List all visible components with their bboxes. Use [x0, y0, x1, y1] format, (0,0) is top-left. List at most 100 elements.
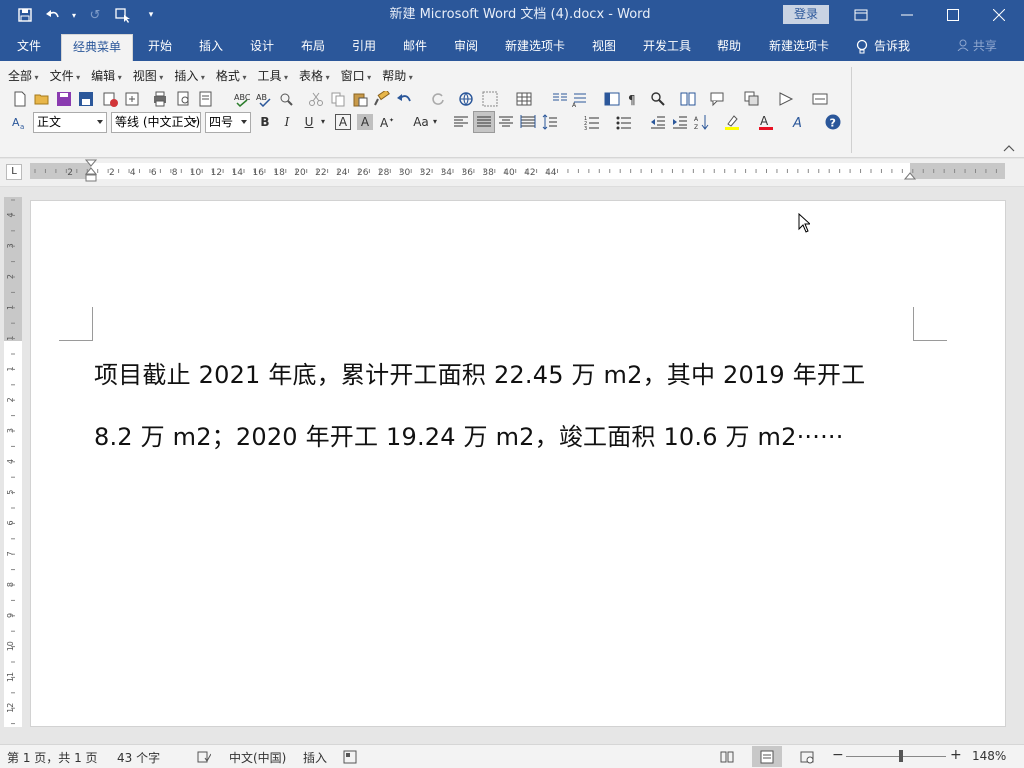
tab-references[interactable]: 引用 — [345, 34, 383, 61]
zoom-slider-thumb[interactable] — [899, 750, 903, 762]
help-icon[interactable]: ? — [825, 114, 841, 130]
new-document-icon[interactable] — [12, 91, 28, 107]
print-icon[interactable] — [152, 91, 168, 107]
increase-indent-icon[interactable] — [672, 114, 688, 130]
cut-icon[interactable] — [308, 91, 324, 107]
borders-icon[interactable] — [482, 91, 498, 107]
italic-button[interactable]: I — [278, 112, 296, 132]
tab-mailings[interactable]: 邮件 — [396, 34, 434, 61]
read-mode-view-icon[interactable] — [720, 750, 734, 764]
menu-view[interactable]: 视图 — [133, 67, 164, 85]
menu-insert[interactable]: 插入 — [174, 67, 205, 85]
touch-mode-icon[interactable] — [112, 4, 134, 26]
highlight-icon[interactable] — [724, 114, 740, 130]
comment-icon[interactable] — [710, 91, 726, 107]
permission-icon[interactable] — [124, 91, 140, 107]
align-left-icon[interactable] — [453, 114, 469, 130]
tab-help[interactable]: 帮助 — [710, 34, 748, 61]
hyperlink-icon[interactable] — [458, 91, 474, 107]
save-icon[interactable] — [14, 4, 36, 26]
tab-layout[interactable]: 布局 — [294, 34, 332, 61]
change-case-button[interactable]: Aa — [410, 112, 432, 132]
line-spacing-icon[interactable] — [542, 114, 558, 130]
maximize-icon[interactable] — [930, 0, 976, 30]
tab-view[interactable]: 视图 — [585, 34, 623, 61]
styles-pane-icon[interactable]: Aa — [12, 114, 28, 130]
style-select[interactable]: 正文 — [33, 112, 107, 133]
login-button[interactable]: 登录 — [783, 5, 829, 24]
drawing-icon[interactable]: A — [572, 91, 588, 107]
menu-window[interactable]: 窗口 — [341, 67, 372, 85]
web-layout-icon[interactable] — [800, 750, 814, 764]
font-select[interactable]: 等线 (中文正文) — [111, 112, 201, 133]
document-page[interactable] — [30, 200, 1006, 727]
columns-icon[interactable] — [552, 91, 568, 107]
open-folder-icon[interactable] — [34, 91, 50, 107]
paste-icon[interactable] — [352, 91, 368, 107]
save-as-icon[interactable] — [78, 91, 94, 107]
save-icon[interactable] — [56, 91, 72, 107]
menu-edit[interactable]: 编辑 — [91, 67, 122, 85]
share-button[interactable]: 共享 — [957, 34, 997, 59]
document-paragraph-line-1[interactable]: 项目截止 2021 年底，累计开工面积 22.45 万 m2，其中 2019 年… — [94, 355, 865, 390]
tab-design[interactable]: 设计 — [243, 34, 281, 61]
close-icon[interactable] — [976, 0, 1022, 30]
numbering-icon[interactable]: 123 — [584, 114, 600, 130]
menu-format[interactable]: 格式 — [216, 67, 247, 85]
sort-icon[interactable]: AZ — [694, 114, 710, 130]
bold-button[interactable]: B — [256, 112, 274, 132]
macro-record-icon[interactable] — [343, 750, 357, 764]
minimize-icon[interactable] — [884, 0, 930, 30]
print-preview-icon[interactable] — [176, 91, 192, 107]
decrease-indent-icon[interactable] — [650, 114, 666, 130]
zoom-slider-track[interactable] — [846, 756, 946, 757]
tab-selector[interactable]: L — [6, 164, 22, 180]
insert-table-icon[interactable] — [516, 91, 532, 107]
spelling-icon[interactable]: ABC — [234, 91, 250, 107]
zoom-icon[interactable] — [650, 91, 666, 107]
undo-dropdown-icon[interactable]: ▾ — [70, 4, 78, 26]
text-effects-icon[interactable]: A — [792, 114, 808, 130]
font-color-icon[interactable]: A — [758, 114, 774, 130]
arrange-icon[interactable] — [744, 91, 760, 107]
read-mode-icon[interactable] — [680, 91, 696, 107]
menu-table[interactable]: 表格 — [299, 67, 330, 85]
underline-dropdown-icon[interactable]: ▾ — [318, 112, 328, 132]
collapse-ribbon-icon[interactable] — [1003, 143, 1015, 153]
print-layout-view-button[interactable] — [752, 746, 782, 767]
document-map-icon[interactable] — [604, 91, 620, 107]
tab-insert[interactable]: 插入 — [192, 34, 230, 61]
format-painter-icon[interactable] — [374, 91, 390, 107]
tab-classic-menu[interactable]: 经典菜单 — [61, 34, 133, 61]
document-paragraph-line-2[interactable]: 8.2 万 m2；2020 年开工 19.24 万 m2，竣工面积 10.6 万… — [94, 417, 844, 452]
close-document-icon[interactable] — [102, 91, 118, 107]
first-line-indent-marker[interactable] — [85, 159, 97, 183]
page-setup-icon[interactable] — [198, 91, 214, 107]
menu-help[interactable]: 帮助 — [382, 67, 413, 85]
shapes-icon[interactable] — [778, 91, 794, 107]
right-indent-marker[interactable] — [904, 169, 916, 181]
undo-icon[interactable] — [396, 91, 412, 107]
vertical-ruler[interactable]: 4 3 2 1 1 1 2 3 4 5 6 7 8 9 10 11 12 — [4, 197, 22, 727]
thesaurus-icon[interactable] — [278, 91, 294, 107]
phonetic-guide-icon[interactable]: A ✦ — [380, 114, 396, 130]
character-border-button[interactable]: A — [335, 114, 351, 130]
tab-developer[interactable]: 开发工具 — [636, 34, 698, 61]
tab-file[interactable]: 文件 — [8, 34, 50, 61]
word-count[interactable]: 43 个字 — [117, 749, 160, 766]
ribbon-display-options-icon[interactable] — [838, 0, 884, 30]
show-hide-icon[interactable]: ¶ — [626, 91, 642, 107]
align-justify-button[interactable] — [473, 111, 495, 133]
menu-all[interactable]: 全部 — [8, 67, 39, 85]
menu-tools[interactable]: 工具 — [257, 67, 288, 85]
text-box-icon[interactable] — [812, 91, 828, 107]
copy-icon[interactable] — [330, 91, 346, 107]
tab-home[interactable]: 开始 — [141, 34, 179, 61]
insert-mode[interactable]: 插入 — [303, 749, 327, 766]
tell-me-box[interactable]: 告诉我 — [856, 34, 910, 59]
horizontal-ruler[interactable]: 2 2 4 6 8 10 12 14 16 18 20 22 24 26 28 30 32 34 36 38 40 42 4… — [30, 159, 1005, 182]
customize-qat-icon[interactable]: ▾ — [140, 4, 162, 26]
align-center-icon[interactable] — [498, 114, 514, 130]
page-count[interactable]: 第 1 页，共 1 页 — [7, 749, 98, 766]
language[interactable]: 中文(中国) — [229, 749, 286, 766]
